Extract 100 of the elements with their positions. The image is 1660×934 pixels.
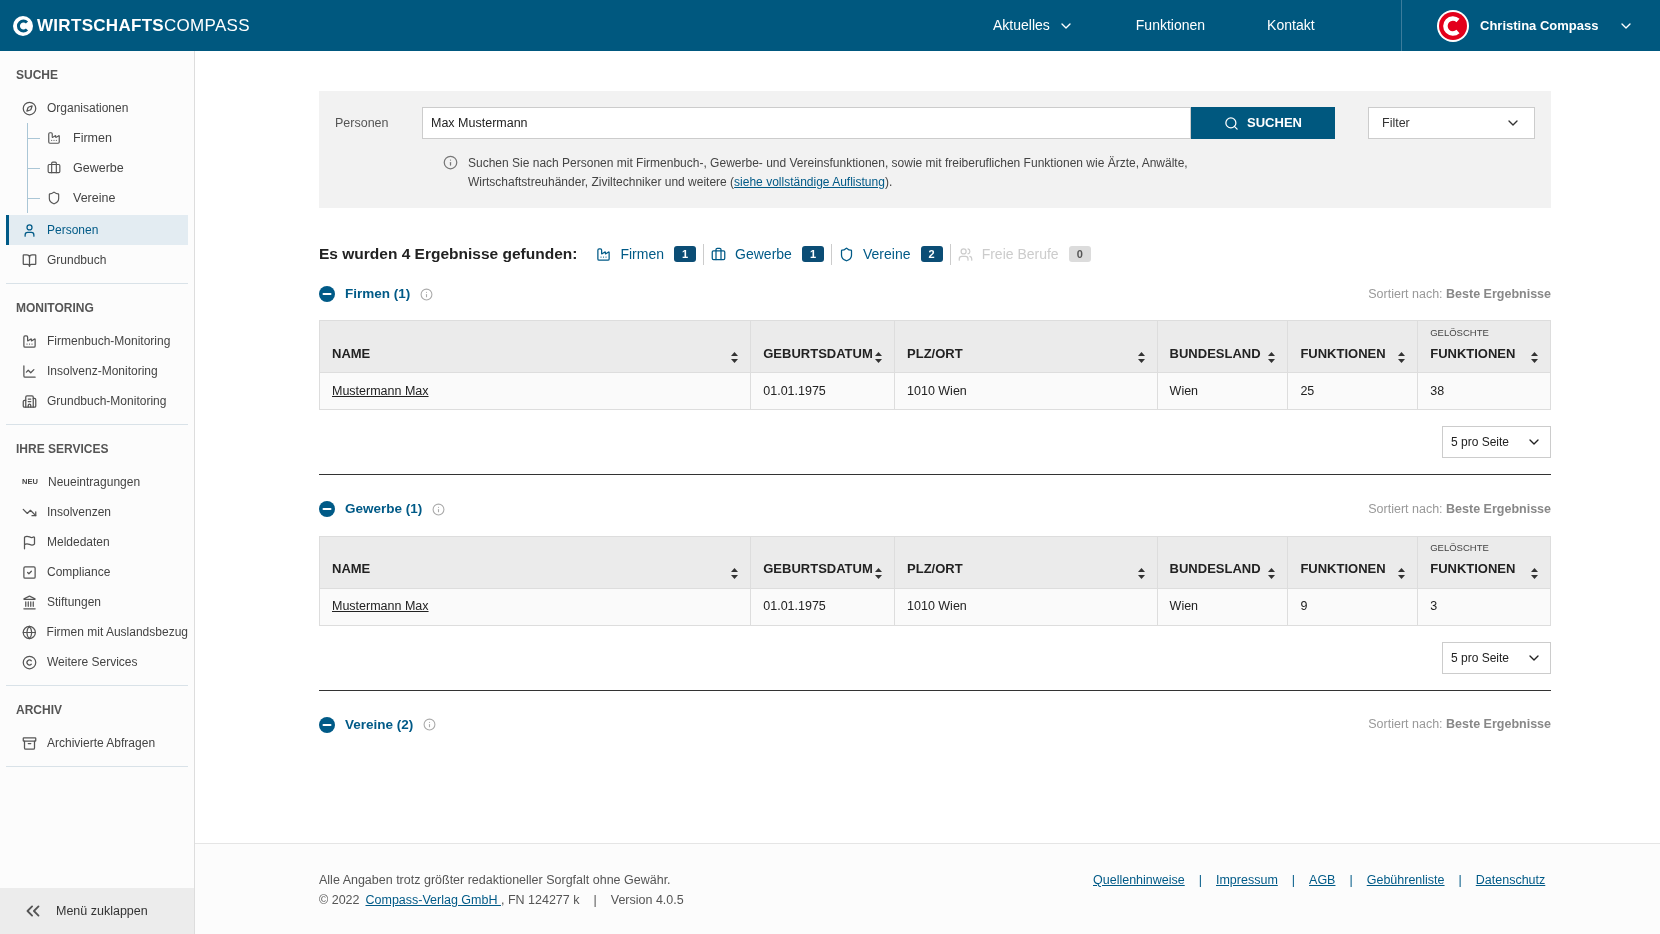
user-menu[interactable]: Christina Compass <box>1480 15 1635 36</box>
menu-icon <box>47 191 61 205</box>
sidebar-item[interactable]: Insolvenz-Monitoring <box>6 356 188 386</box>
results-summary: Es wurden 4 Ergebnisse gefunden: <box>319 244 578 265</box>
sort-icon[interactable] <box>1268 352 1276 364</box>
table-cell-text: 01.01.1975 <box>763 598 826 616</box>
collapse-toggle[interactable] <box>319 286 335 303</box>
sort-label[interactable]: Sortiert nach: Beste Ergebnisse <box>1368 715 1551 734</box>
filter-select[interactable]: Filter <box>1368 107 1535 139</box>
sort-icon[interactable] <box>731 567 739 579</box>
footer-link[interactable]: Datenschutz <box>1475 870 1546 890</box>
sidebar-item[interactable]: Organisationen <box>6 93 188 123</box>
count-badge: 1 <box>673 246 697 262</box>
search-icon <box>1224 115 1240 131</box>
sidebar-item[interactable]: Stiftungen <box>6 587 188 617</box>
menu-icon <box>22 100 37 116</box>
sidebar-item[interactable]: Firmenbuch-Monitoring <box>6 326 188 356</box>
column-header[interactable]: BUNDESLAND <box>1156 536 1288 588</box>
sidebar-subitem[interactable]: Vereine <box>40 183 116 213</box>
person-link[interactable]: Mustermann Max <box>332 597 429 616</box>
sidebar-item[interactable]: Insolvenzen <box>6 497 188 527</box>
nav-link[interactable]: Funktionen <box>1135 15 1206 36</box>
sort-icon[interactable] <box>1531 567 1538 579</box>
footer-link[interactable]: Gebührenliste <box>1366 870 1445 890</box>
sort-label[interactable]: Sortiert nach: Beste Ergebnisse <box>1368 500 1551 519</box>
category-icon <box>839 246 854 262</box>
column-header[interactable]: GELÖSCHTE FUNKTIONEN <box>1417 536 1550 588</box>
sort-icon[interactable] <box>1137 567 1145 579</box>
search-button[interactable]: SUCHEN <box>1191 107 1335 139</box>
sort-icon[interactable] <box>875 352 883 364</box>
nav-link[interactable]: Aktuelles <box>993 15 1074 36</box>
separator: | <box>1198 872 1202 889</box>
sidebar-item[interactable]: Grundbuch-Monitoring <box>6 386 188 416</box>
section-heading: MONITORING <box>15 300 95 317</box>
sidebar-subitem[interactable]: Gewerbe <box>40 153 124 183</box>
sort-icon[interactable] <box>875 567 883 579</box>
per-page-select[interactable]: 5 pro Seite <box>1442 426 1551 459</box>
sidebar-item[interactable]: Archivierte Abfragen <box>6 728 188 758</box>
menu-icon <box>22 252 37 268</box>
column-header[interactable]: PLZ/ORT <box>894 536 1157 588</box>
column-header[interactable]: NAME <box>320 536 751 588</box>
nav-link[interactable]: Kontakt <box>1267 15 1315 36</box>
sidebar-item[interactable]: Personen <box>6 215 188 245</box>
count-badge: 0 <box>1068 246 1091 262</box>
section-heading: SUCHE <box>15 67 59 84</box>
search-field[interactable]: Max Mustermann <box>422 107 1191 139</box>
collapse-toggle[interactable] <box>319 716 335 733</box>
company-link[interactable]: Compass-Verlag GmbH <box>365 890 501 910</box>
menu-icon <box>22 624 37 640</box>
category-icon <box>957 246 973 262</box>
footer-link[interactable]: Impressum <box>1216 870 1278 890</box>
section-title[interactable]: Vereine (2) <box>345 714 414 735</box>
menu-icon <box>22 735 37 751</box>
sort-icon[interactable] <box>1531 352 1538 364</box>
column-header[interactable]: FUNKTIONEN <box>1287 536 1418 588</box>
section-title[interactable]: Gewerbe (1) <box>345 499 423 520</box>
logo-icon <box>12 14 34 37</box>
table-cell-text: 1010 Wien <box>907 598 967 616</box>
table-cell-text: Wien <box>1169 382 1199 400</box>
sort-icon[interactable] <box>1268 567 1276 579</box>
sort-icon[interactable] <box>1398 352 1406 364</box>
copyright: © 2022 <box>319 892 360 909</box>
section-title[interactable]: Firmen (1) <box>345 284 411 305</box>
category-icon <box>596 246 612 262</box>
sidebar-item[interactable]: Grundbuch <box>6 245 188 275</box>
menu-icon <box>22 393 37 409</box>
per-page-select[interactable]: 5 pro Seite <box>1442 641 1551 674</box>
sidebar-item[interactable]: Meldedaten <box>6 527 188 557</box>
info-icon <box>443 155 458 170</box>
category-filter[interactable]: Gewerbe <box>711 243 792 265</box>
category-filter[interactable]: Vereine <box>839 243 911 265</box>
sort-icon[interactable] <box>731 352 739 364</box>
column-header[interactable]: GEBURTSDATUM <box>750 536 895 588</box>
footer-link[interactable]: AGB <box>1309 870 1336 890</box>
register-number: , FN 124277 k <box>500 892 580 909</box>
search-hint: Suchen Sie nach Personen mit Firmenbuch-, Gewerbe- und Vereinsfunktionen, sowie mit freiberuflichen Funktionen wie Ärzte, Anwälte, Wirtschaftstreuhänder, Ziviltechniker und weitere (siehe vollständige Auflistung). <box>468 155 1189 191</box>
menu-icon <box>22 564 37 580</box>
logo[interactable]: WIRTSCHAFTSCOMPASS <box>0 12 920 39</box>
sort-icon[interactable] <box>1137 352 1145 364</box>
collapse-menu-button[interactable]: Menü zuklappen <box>0 888 194 934</box>
category-filter[interactable]: Firmen <box>596 243 664 265</box>
collapse-toggle[interactable] <box>319 501 335 518</box>
footer-link[interactable]: Quellenhinweise <box>1093 870 1185 890</box>
sidebar-item[interactable]: Weitere Services <box>6 647 188 677</box>
separator: | <box>1458 872 1462 889</box>
section-heading: ARCHIV <box>15 702 63 719</box>
count-badge: 2 <box>920 246 943 262</box>
menu-icon <box>47 131 61 145</box>
separator: | <box>1349 872 1353 889</box>
sidebar-item[interactable]: Firmen mit Auslandsbezug <box>6 617 188 647</box>
sidebar-subitem[interactable]: Firmen <box>40 123 112 153</box>
search-label: Personen <box>335 114 390 132</box>
column-header[interactable]: NAME <box>320 321 751 373</box>
avatar-icon <box>1436 8 1470 43</box>
sidebar-item[interactable]: Compliance <box>6 557 188 587</box>
sort-label[interactable]: Sortiert nach: Beste Ergebnisse <box>1368 284 1551 304</box>
person-link[interactable]: Mustermann Max <box>332 381 429 401</box>
sort-icon[interactable] <box>1398 567 1406 579</box>
full-list-link[interactable]: siehe vollständige Auflistung <box>734 175 885 189</box>
menu-icon <box>22 333 37 349</box>
